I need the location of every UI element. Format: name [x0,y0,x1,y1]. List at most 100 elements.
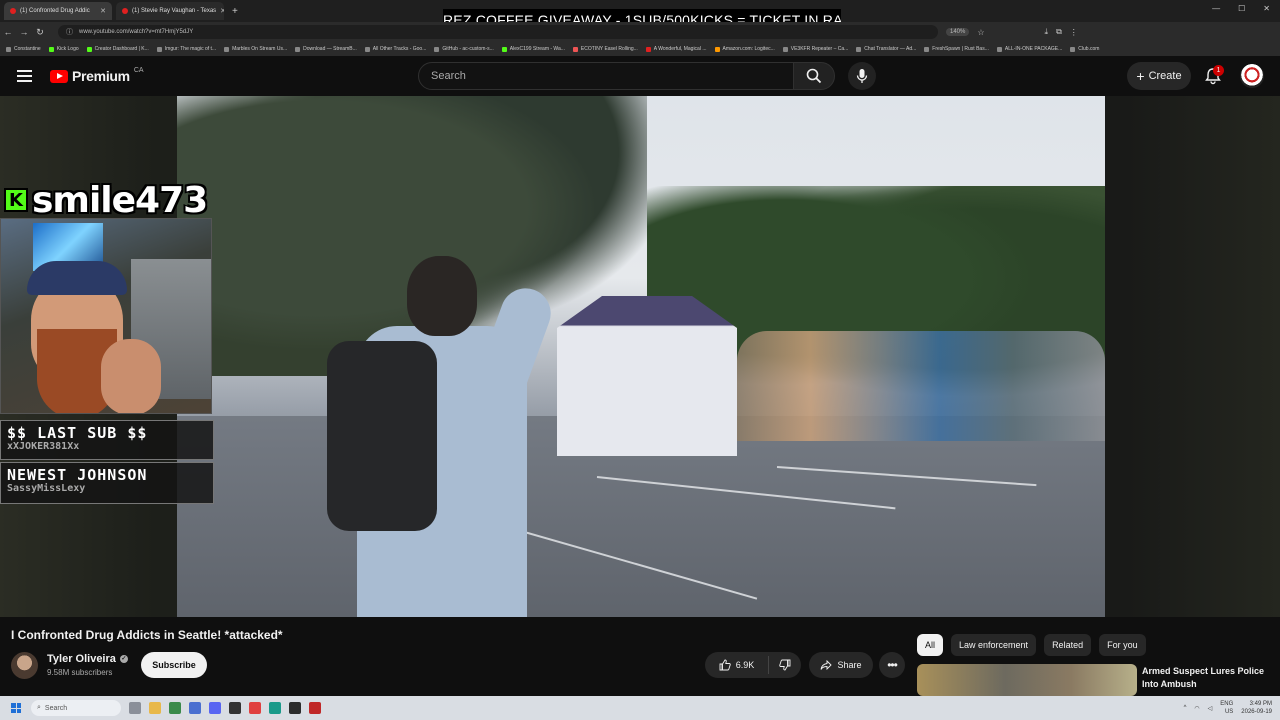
channel-name-row[interactable]: Tyler Oliveira ✓ [47,653,128,665]
bookmark[interactable]: Marbles On Stream Us... [224,46,287,52]
chip-for-you[interactable]: For you [1099,634,1146,656]
youtube-premium-logo[interactable]: Premium CA [50,67,144,84]
subscriber-count: 9.58M subscribers [47,668,113,677]
minimize-icon[interactable]: — [1212,4,1220,13]
bookmark[interactable]: Kick Logo [48,46,79,52]
obs-icon[interactable] [229,702,241,714]
account-avatar[interactable] [1240,64,1264,88]
tray-chevron-icon[interactable]: ^ [1184,705,1187,711]
bookmark[interactable]: Chat Translator — Ad... [856,46,916,52]
kick-icon [86,46,92,52]
bookmark[interactable]: FreshSpawn | Rust Bas... [924,46,989,52]
windows-start-icon[interactable] [11,703,21,713]
chip-related[interactable]: Related [1044,634,1092,656]
url-text: www.youtube.com/watch?v=mt7HmjY5dJY [79,29,194,35]
browser-tab-active[interactable]: (1) Confronted Drug Addic ✕ [4,2,112,20]
more-actions-button[interactable]: ••• [879,652,905,678]
bookmarks-bar: Constantine Kick Logo Creator Dashboard … [0,42,1280,56]
app-icon[interactable] [309,702,321,714]
bookmark[interactable]: Amazon.com: Logitec... [714,46,775,52]
voice-search-button[interactable] [848,62,876,90]
close-window-icon[interactable]: ✕ [1263,4,1270,13]
volume-icon[interactable]: ◁ [1208,705,1213,712]
back-icon[interactable]: ← [0,27,16,37]
bookmark[interactable]: Download — StreamB... [295,46,357,52]
extensions-icon[interactable]: ⧉ [1056,27,1062,37]
channel-avatar[interactable] [11,652,38,679]
recommended-video-thumbnail[interactable] [917,664,1137,696]
bookmark[interactable]: Creator Dashboard | K... [86,46,149,52]
forward-icon[interactable]: → [16,27,32,37]
bookmark[interactable]: Club.com [1070,46,1099,52]
last-sub-overlay: $$ LAST SUB $$ xXJOKER381Xx [0,420,214,460]
channel-name[interactable]: Tyler Oliveira [47,653,116,665]
clock[interactable]: 3:49 PM 2026-09-19 [1241,700,1272,716]
language-indicator[interactable]: ENG US [1220,700,1233,716]
like-button[interactable]: 6.9K [705,656,769,674]
bookmark[interactable]: All Other Tracks - Goo... [364,46,426,52]
youtube-favicon-icon [10,8,16,14]
video-player[interactable] [177,96,1105,617]
close-tab-icon[interactable]: ✕ [100,7,106,15]
subscribe-button[interactable]: Subscribe [141,652,207,678]
bookmark[interactable]: AlexC199 Stream - Wa... [501,46,565,52]
more-horizontal-icon: ••• [887,658,898,672]
store-icon[interactable] [189,702,201,714]
url-field[interactable]: ⓘ www.youtube.com/watch?v=mt7HmjY5dJY [58,25,938,39]
microphone-icon [856,69,868,83]
dislike-button[interactable] [769,659,801,671]
recommendation-filter-chips: All Law enforcement Related For you [917,634,1146,656]
bookmark[interactable]: Imgur: The magic of t... [156,46,216,52]
close-tab-icon[interactable]: ✕ [220,7,224,15]
search-button[interactable] [793,62,835,90]
app-icon[interactable] [289,702,301,714]
kick-icon [48,46,54,52]
app-icon[interactable] [249,702,261,714]
radio-icon [782,46,788,52]
bookmark[interactable]: ALL-IN-ONE PACKAGE... [996,46,1062,52]
app-icon[interactable] [269,702,281,714]
recommended-video-title[interactable]: Armed Suspect Lures Police Into Ambush [1142,665,1277,691]
verified-check-icon: ✓ [119,655,128,663]
new-tab-icon[interactable]: + [232,6,238,17]
create-label: Create [1148,70,1182,82]
chip-law-enforcement[interactable]: Law enforcement [951,634,1037,656]
maximize-icon[interactable]: ☐ [1238,4,1245,13]
chip-all[interactable]: All [917,634,944,656]
bookmark[interactable]: A Wonderful, Magical ... [645,46,707,52]
download-icon[interactable]: ⤓ [1045,27,1049,37]
video-frame-person [317,246,567,617]
search-box [418,62,794,90]
file-explorer-icon[interactable] [149,702,161,714]
clock-date: 2026-09-19 [1241,709,1272,715]
bookmark[interactable]: ECOTINY Easel Rolling... [572,46,638,52]
discord-icon[interactable] [209,702,221,714]
windows-taskbar: ⌕ Search ^ ◠ ◁ ENG US 3:49 PM 2026-09-19 [0,696,1280,720]
newest-user: SassyMissLexy [7,483,86,494]
zoom-level[interactable]: 140% [946,28,970,36]
reload-icon[interactable]: ↻ [32,27,48,38]
task-view-icon[interactable] [129,702,141,714]
create-button[interactable]: + Create [1127,62,1191,90]
browser-menu-icon[interactable]: ⋮ [1070,28,1078,37]
bookmark[interactable]: VE3KFR Repeater – Ca... [782,46,848,52]
search-input[interactable] [431,70,793,82]
bookmark-star-icon[interactable]: ☆ [977,28,984,37]
site-info-icon[interactable]: ⓘ [66,27,73,37]
bookmark-icon [6,46,11,52]
like-count: 6.9K [735,660,755,670]
newest-title: NEWEST JOHNSON [7,466,148,484]
share-button[interactable]: Share [809,652,873,678]
globe-icon [856,46,862,52]
browser-tab[interactable]: (1) Stevie Ray Vaughan - Texas ✕ [116,2,224,20]
taskbar-search[interactable]: ⌕ Search [31,700,121,716]
globe-icon [224,46,230,52]
search-icon: ⌕ [37,704,41,711]
menu-icon[interactable] [17,70,32,82]
bookmark[interactable]: GitHub - ac-custom-s... [434,46,494,52]
chrome-icon[interactable] [169,702,181,714]
kick-icon [501,46,507,52]
bookmark[interactable]: Constantine [6,46,41,52]
wifi-icon[interactable]: ◠ [1194,705,1199,712]
webcam-overlay [0,218,212,414]
